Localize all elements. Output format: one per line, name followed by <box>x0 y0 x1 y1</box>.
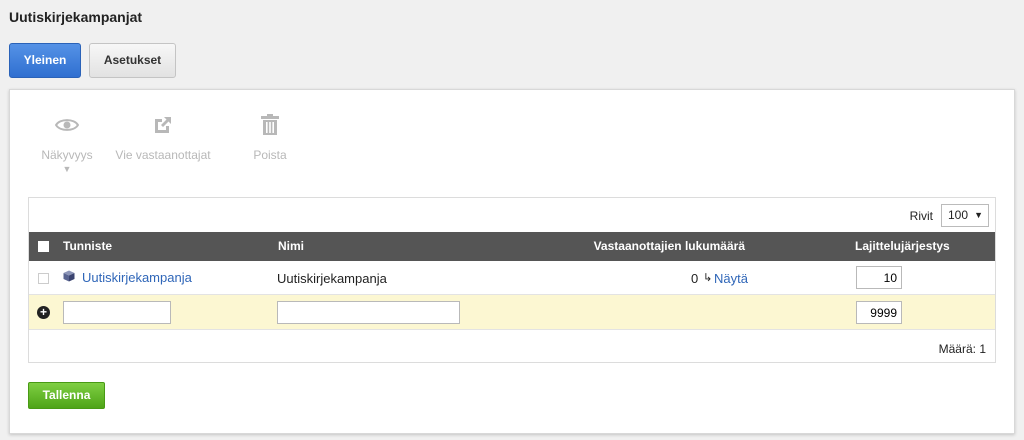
export-recipients-button[interactable]: Vie vastaanottajat <box>106 112 220 174</box>
tab-settings[interactable]: Asetukset <box>89 43 176 78</box>
chevron-down-icon: ▼ <box>974 210 983 220</box>
delete-button[interactable]: Poista <box>240 112 300 174</box>
new-id-input[interactable] <box>63 301 171 324</box>
page-title: Uutiskirjekampanjat <box>9 9 143 25</box>
campaign-id-link[interactable]: Uutiskirjekampanja <box>82 270 192 285</box>
main-panel: Näkyvyys ▼ Vie vastaanottajat Poista Riv… <box>9 89 1015 434</box>
caret-down-icon: ▼ <box>62 164 72 174</box>
rows-value: 100 <box>948 208 969 222</box>
visibility-button[interactable]: Näkyvyys ▼ <box>28 112 106 174</box>
arrow-return-icon: ↳ <box>703 272 713 284</box>
tab-bar: Yleinen Asetukset <box>9 43 176 78</box>
new-name-input[interactable] <box>277 301 460 324</box>
new-row: + <box>29 295 995 330</box>
tab-general[interactable]: Yleinen <box>9 43 81 78</box>
external-link-icon <box>152 112 174 138</box>
column-header-sort-order[interactable]: Lajittelujärjestys <box>855 232 950 261</box>
campaign-grid: Rivit 100 ▼ Tunniste Nimi Vastaanottajie… <box>28 197 996 363</box>
rows-label: Rivit <box>909 208 933 223</box>
trash-icon <box>260 112 280 138</box>
campaign-name: Uutiskirjekampanja <box>277 271 387 286</box>
recipient-count: 0 <box>691 271 699 286</box>
save-button[interactable]: Tallenna <box>28 382 105 409</box>
package-icon <box>63 270 75 285</box>
column-header-name[interactable]: Nimi <box>278 232 304 261</box>
add-row-icon[interactable]: + <box>37 306 50 319</box>
record-count: Määrä: 1 <box>938 342 986 356</box>
table-row: Uutiskirjekampanja Uutiskirjekampanja 0 … <box>29 261 995 295</box>
row-checkbox[interactable] <box>38 273 49 284</box>
column-header-id[interactable]: Tunniste <box>63 232 112 261</box>
eye-icon <box>55 112 79 138</box>
visibility-label: Näkyvyys <box>41 148 93 162</box>
show-recipients-link[interactable]: Näytä <box>714 271 748 286</box>
rows-control: Rivit 100 ▼ <box>910 204 989 227</box>
export-label: Vie vastaanottajat <box>115 148 211 162</box>
column-header-recipients[interactable]: Vastaanottajien lukumäärä <box>594 232 745 261</box>
rows-per-page-select[interactable]: 100 ▼ <box>941 204 989 227</box>
new-sort-order-input[interactable] <box>856 301 902 324</box>
select-all-checkbox[interactable] <box>38 241 49 252</box>
delete-label: Poista <box>253 148 287 162</box>
toolbar: Näkyvyys ▼ Vie vastaanottajat Poista <box>28 112 300 174</box>
sort-order-input[interactable] <box>856 266 902 289</box>
grid-header: Tunniste Nimi Vastaanottajien lukumäärä … <box>29 232 995 261</box>
